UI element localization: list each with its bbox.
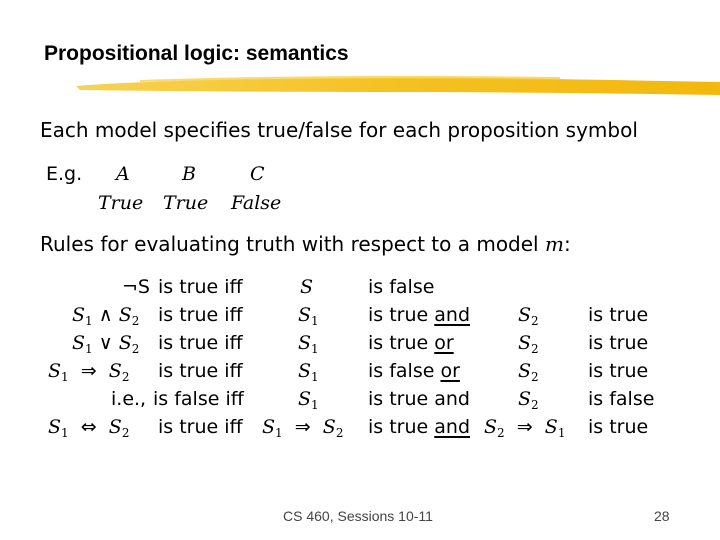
rule-lhs: S1 ⇒ S2 (48, 360, 130, 384)
title-underline-brush-stroke (76, 76, 720, 95)
conjunction-and: and (434, 416, 471, 438)
rule-value: is true or (368, 332, 454, 354)
rule-operand: S1 (298, 360, 319, 384)
rule-value: is false (368, 276, 435, 298)
rule-condition: is true iff (158, 360, 243, 382)
rule-lhs: S1 ∨ S2 (72, 332, 140, 356)
rule-result: is true (588, 416, 649, 438)
rules-heading-text: Rules for evaluating truth with respect … (40, 232, 539, 256)
example-label: E.g. (46, 163, 83, 185)
rule-result: is false (588, 388, 655, 410)
rule-value: is false or (368, 360, 460, 382)
rule-operand: S1 (298, 388, 319, 412)
rule-condition: is true iff (158, 276, 243, 298)
example-symbol-a: A (116, 163, 130, 185)
rule-operand-2: S2 (518, 332, 539, 356)
example-value-b: True (163, 192, 209, 214)
intro-text: Each model specifies true/false for each… (40, 118, 638, 142)
conjunction-or: or (440, 360, 460, 382)
page-number: 28 (654, 508, 670, 524)
rule-result: is true (588, 332, 649, 354)
rule-value: is true and (368, 304, 471, 326)
rule-operand-2: S2 ⇒ S1 (484, 416, 566, 440)
rule-operand: S1 (298, 304, 319, 328)
rule-condition: is true iff (158, 332, 243, 354)
example-symbol-b: B (182, 163, 196, 185)
conjunction-and: and (434, 304, 471, 326)
rule-result: is true (588, 304, 649, 326)
not-operator: ¬S (122, 276, 150, 298)
rule-operand-2: S2 (518, 388, 539, 412)
rule-condition: is false iff (153, 388, 244, 410)
rule-condition: is true iff (158, 304, 243, 326)
rule-operand: S1 (298, 332, 319, 356)
rule-result: is true (588, 360, 649, 382)
rule-lhs: S1 ⇔ S2 (48, 416, 130, 440)
rule-condition: is true iff (158, 416, 243, 438)
footer-course: CS 460, Sessions 10-11 (283, 508, 433, 524)
example-value-c: False (231, 192, 282, 214)
rule-lhs: S1 ∧ S2 (72, 304, 140, 328)
rule-lhs: i.e., (111, 388, 147, 410)
rules-heading: Rules for evaluating truth with respect … (40, 232, 571, 256)
rules-heading-var: m (544, 232, 564, 256)
conjunction-or: or (434, 332, 454, 354)
rule-value: is true and (368, 416, 471, 438)
rule-operand-2: S2 (518, 360, 539, 384)
rule-operand: S (300, 276, 314, 298)
example-symbol-c: C (250, 163, 265, 185)
rule-operand-2: S2 (518, 304, 539, 328)
example-value-a: True (98, 192, 144, 214)
rule-value: is true and (368, 388, 470, 410)
rule-operand: S1 ⇒ S2 (262, 416, 344, 440)
rules-heading-colon: : (563, 232, 571, 256)
